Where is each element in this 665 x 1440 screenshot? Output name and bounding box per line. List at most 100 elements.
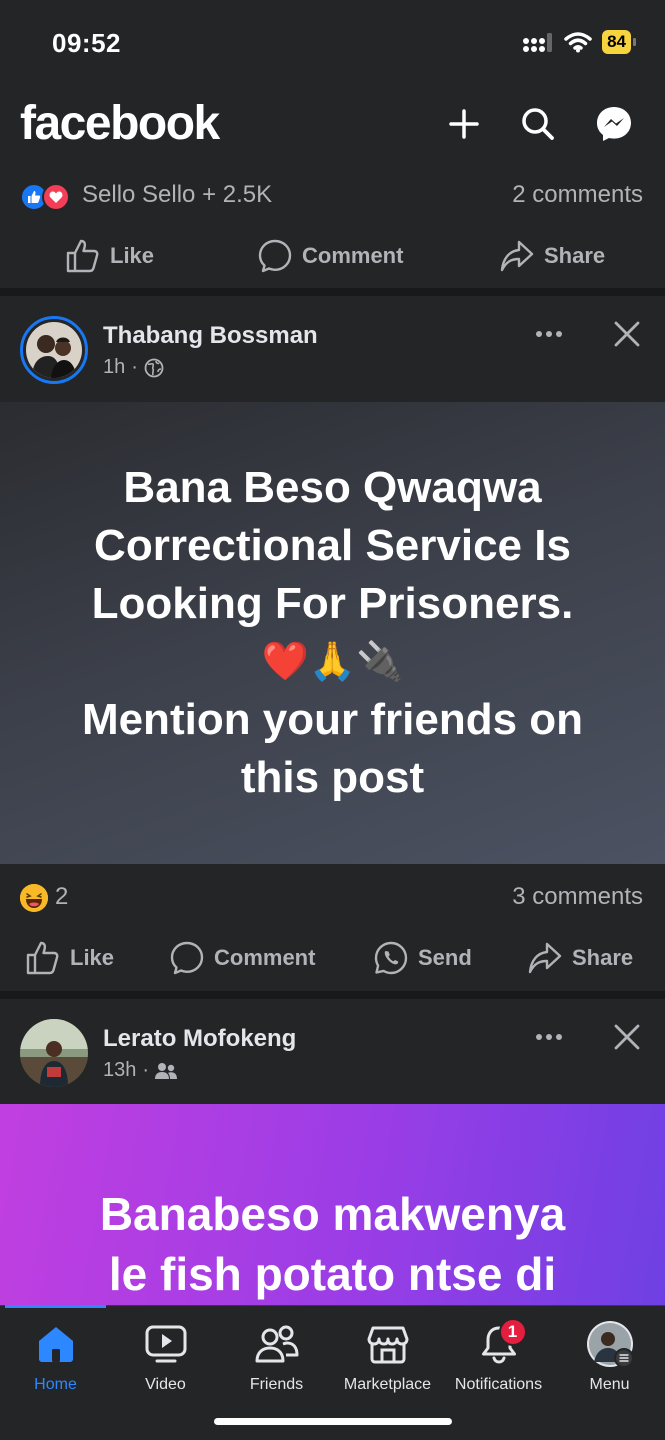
nav-notifications[interactable]: 1 Notifications <box>443 1318 554 1394</box>
comment-button[interactable]: Comment <box>258 228 403 284</box>
share-button[interactable]: Share <box>500 228 605 284</box>
post-header: Lerato Mofokeng 13h · <box>0 999 665 1099</box>
post-header: Thabang Bossman 1h · <box>0 296 665 396</box>
send-label: Send <box>418 945 472 970</box>
notification-badge: 1 <box>498 1318 527 1346</box>
more-options-button[interactable] <box>531 1027 567 1047</box>
marketplace-icon <box>364 1320 412 1368</box>
meta-separator: · <box>142 1059 150 1081</box>
nav-label: Friends <box>249 1376 304 1393</box>
nav-label: Menu <box>589 1376 630 1393</box>
post-text-line: Bana Beso Qwaqwa <box>123 463 542 512</box>
avatar[interactable] <box>20 316 88 384</box>
feed-divider <box>0 288 665 296</box>
plus-icon <box>449 109 479 139</box>
messenger-button[interactable] <box>592 102 636 146</box>
comment-label: Comment <box>302 243 404 268</box>
prev-post-reactions-row: Sello Sello + 2.5K 2 comments <box>0 178 665 216</box>
comment-label: Comment <box>214 945 316 970</box>
like-button[interactable]: Like <box>66 228 154 284</box>
like-label: Like <box>70 945 115 970</box>
hide-post-button[interactable] <box>613 1023 641 1051</box>
comment-button[interactable]: Comment <box>170 930 315 986</box>
status-bar: 09:52 84 <box>0 0 665 86</box>
post-emoji-line: ❤️🙏🔌 <box>261 641 404 683</box>
avatar[interactable] <box>20 1019 88 1087</box>
battery-indicator: 84 <box>602 30 636 54</box>
more-options-button[interactable] <box>531 324 567 344</box>
comment-count[interactable]: 3 comments <box>512 883 643 911</box>
share-icon <box>528 942 562 974</box>
haha-reaction-icon[interactable] <box>20 884 48 912</box>
globe-icon <box>144 358 164 377</box>
home-indicator[interactable] <box>214 1418 452 1425</box>
active-tab-indicator <box>5 1305 106 1308</box>
nav-label: Home <box>34 1376 77 1393</box>
post-text-line: le fish potato ntse di <box>108 1248 557 1300</box>
status-time: 09:52 <box>52 28 121 58</box>
meta-separator: · <box>131 356 138 378</box>
hide-post-button[interactable] <box>613 320 641 348</box>
post-time[interactable]: 1h <box>103 356 125 379</box>
create-button[interactable] <box>442 102 486 146</box>
nav-home[interactable]: Home <box>0 1320 111 1394</box>
nav-label: Notifications <box>454 1376 543 1393</box>
search-button[interactable] <box>516 102 560 146</box>
friends-icon <box>155 1062 178 1079</box>
share-button[interactable]: Share <box>528 930 633 986</box>
home-icon <box>32 1320 80 1368</box>
close-icon <box>614 321 640 347</box>
send-button[interactable]: Send <box>374 930 472 986</box>
nav-label: Video <box>145 1376 186 1393</box>
share-icon <box>500 240 534 272</box>
post-text-line: Correctional Service Is <box>94 521 571 570</box>
post-author[interactable]: Lerato Mofokeng <box>103 1025 296 1053</box>
nav-marketplace[interactable]: Marketplace <box>332 1320 443 1394</box>
comment-icon <box>170 941 204 975</box>
profile-avatar <box>586 1320 634 1368</box>
post-text-background[interactable]: Banabeso makwenya le fish potato ntse di <box>0 1104 665 1305</box>
messenger-icon <box>597 107 631 141</box>
nav-video[interactable]: Video <box>110 1320 221 1394</box>
close-icon <box>614 1024 640 1050</box>
video-icon <box>142 1320 190 1368</box>
like-button[interactable]: Like <box>26 930 114 986</box>
post-text-background[interactable]: Bana Beso Qwaqwa Correctional Service Is… <box>0 402 665 864</box>
like-label: Like <box>110 243 155 268</box>
post-text-line: Mention your friends on <box>81 695 584 744</box>
post-meta: 1h · <box>103 356 164 379</box>
share-label: Share <box>544 243 606 268</box>
ellipsis-icon <box>536 1034 562 1040</box>
facebook-logo[interactable]: facebook <box>20 96 220 151</box>
comment-count[interactable]: 2 comments <box>512 181 643 209</box>
reaction-count[interactable]: 2 <box>55 883 68 911</box>
post-text-line: Looking For Prisoners. <box>91 579 574 628</box>
reaction-names[interactable]: Sello Sello + 2.5K <box>82 181 272 209</box>
post-reactions-row: 2 3 comments <box>0 880 665 918</box>
friends-icon <box>253 1320 301 1368</box>
nav-menu[interactable]: Menu <box>554 1320 665 1394</box>
status-icons: 84 <box>522 30 636 54</box>
post-text: Banabeso makwenya le fish potato ntse di <box>70 1184 595 1304</box>
nav-label: Marketplace <box>343 1376 432 1393</box>
post-text-line: this post <box>240 753 425 802</box>
post-actions: Like Comment Send Share <box>0 930 665 986</box>
post-meta: 13h · <box>103 1059 178 1082</box>
feed-divider <box>0 991 665 999</box>
app-header: facebook <box>0 96 665 158</box>
whatsapp-icon <box>374 941 408 975</box>
post-text: Bana Beso Qwaqwa Correctional Service Is… <box>52 459 613 807</box>
post-time[interactable]: 13h <box>103 1059 136 1082</box>
comment-icon <box>258 239 292 273</box>
post-author[interactable]: Thabang Bossman <box>103 322 318 350</box>
bell-icon: 1 <box>475 1318 527 1368</box>
thumbs-up-icon <box>66 239 99 273</box>
ellipsis-icon <box>536 331 562 337</box>
search-icon <box>522 108 554 140</box>
signal-icon <box>523 33 553 52</box>
wifi-icon <box>564 32 592 53</box>
love-reaction-icon <box>42 183 70 211</box>
prev-post-actions: Like Comment Share <box>0 228 665 284</box>
nav-friends[interactable]: Friends <box>221 1320 332 1394</box>
reaction-icons[interactable] <box>20 183 76 211</box>
